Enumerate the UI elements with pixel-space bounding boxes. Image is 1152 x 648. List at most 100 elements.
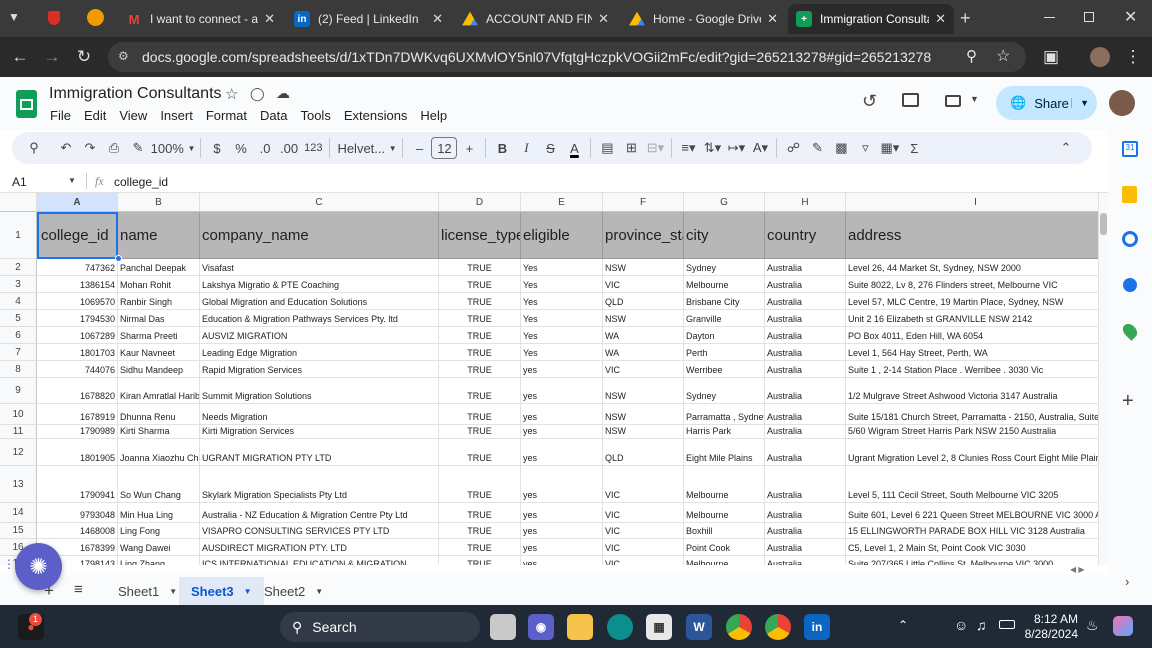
italic-button[interactable]: I	[514, 136, 538, 160]
tasks-icon[interactable]	[1122, 231, 1138, 247]
table-cell[interactable]: Panchal Deepak	[118, 259, 200, 276]
table-cell[interactable]: Australia	[765, 276, 846, 293]
table-cell[interactable]: 1801703	[37, 344, 118, 361]
table-cell[interactable]: Yes	[521, 293, 603, 310]
table-cell[interactable]: Leading Edge Migration	[200, 344, 439, 361]
table-cell[interactable]: ICS INTERNATIONAL EDUCATION & MIGRATION	[200, 556, 439, 565]
pinned-tab-app-icon[interactable]	[87, 9, 104, 26]
row-header[interactable]: 2	[0, 259, 37, 276]
all-sheets-icon[interactable]: ≡	[74, 581, 83, 598]
table-cell[interactable]: yes	[521, 466, 603, 503]
table-cell[interactable]: 1794530	[37, 310, 118, 327]
table-cell[interactable]: 1386154	[37, 276, 118, 293]
undo-icon[interactable]: ↶	[54, 136, 78, 160]
table-cell[interactable]: VIC	[603, 556, 684, 565]
menu-tools[interactable]: Tools	[300, 108, 330, 123]
search-menus-icon[interactable]: ⚲	[22, 136, 46, 160]
header-cell[interactable]: country	[765, 212, 846, 259]
close-tab-icon[interactable]: ✕	[432, 11, 443, 27]
table-cell[interactable]: Joanna Xiaozhu Che	[118, 439, 200, 466]
table-cell[interactable]: 1/2 Mulgrave Street Ashwood Victoria 314…	[846, 378, 1098, 404]
table-cell[interactable]: TRUE	[439, 378, 521, 404]
menu-view[interactable]: View	[119, 108, 147, 123]
table-cell[interactable]: 1801905	[37, 439, 118, 466]
edge-icon[interactable]	[607, 614, 633, 640]
table-cell[interactable]: Werribee	[684, 361, 765, 378]
history-icon[interactable]: ↺	[862, 91, 877, 112]
table-cell[interactable]: yes	[521, 425, 603, 439]
table-cell[interactable]: Yes	[521, 310, 603, 327]
table-cell[interactable]: Melbourne	[684, 466, 765, 503]
strikethrough-button[interactable]: S	[538, 136, 562, 160]
table-cell[interactable]: C5, Level 1, 2 Main St, Point Cook VIC 3…	[846, 539, 1098, 556]
column-header[interactable]: G	[684, 193, 765, 212]
column-header[interactable]: B	[118, 193, 200, 212]
table-cell[interactable]: 1069570	[37, 293, 118, 310]
table-cell[interactable]: Australia	[765, 327, 846, 344]
store-icon[interactable]: ▦	[646, 614, 672, 640]
table-cell[interactable]: 15 ELLINGWORTH PARADE BOX HILL VIC 3128 …	[846, 523, 1098, 539]
table-cell[interactable]: NSW	[603, 310, 684, 327]
share-button[interactable]: 🌐 Share ▼	[996, 86, 1097, 120]
forward-icon[interactable]: →	[37, 42, 67, 72]
row-header[interactable]: 12	[0, 439, 37, 466]
table-cell[interactable]: NSW	[603, 404, 684, 425]
table-cell[interactable]: VIC	[603, 503, 684, 523]
table-cell[interactable]: Skylark Migration Specialists Pty Ltd	[200, 466, 439, 503]
fill-color-icon[interactable]: ▤	[595, 136, 619, 160]
table-cell[interactable]: 1678820	[37, 378, 118, 404]
table-cell[interactable]: QLD	[603, 439, 684, 466]
close-tab-icon[interactable]: ✕	[264, 11, 275, 27]
row-header[interactable]: 8	[0, 361, 37, 378]
battery-icon[interactable]	[999, 620, 1015, 629]
table-cell[interactable]: yes	[521, 439, 603, 466]
close-tab-icon[interactable]: ✕	[598, 11, 609, 27]
more-formats-button[interactable]: 123	[301, 136, 325, 160]
insert-chart-icon[interactable]: ▩	[829, 136, 853, 160]
table-cell[interactable]: VISAPRO CONSULTING SERVICES PTY LTD	[200, 523, 439, 539]
teams-icon[interactable]: ◉	[528, 614, 554, 640]
get-addons-icon[interactable]: +	[1122, 390, 1134, 413]
table-cell[interactable]: TRUE	[439, 259, 521, 276]
table-cell[interactable]: 5/60 Wigram Street Harris Park NSW 2150 …	[846, 425, 1098, 439]
close-window-icon[interactable]: ✕	[1124, 7, 1137, 27]
maps-icon[interactable]	[1120, 321, 1140, 341]
header-cell[interactable]: license_type	[439, 212, 521, 259]
table-cell[interactable]: Global Migration and Education Solutions	[200, 293, 439, 310]
table-cell[interactable]: Australia	[765, 344, 846, 361]
row-header[interactable]: 4	[0, 293, 37, 310]
table-cell[interactable]: Australia	[765, 425, 846, 439]
account-avatar[interactable]	[1109, 90, 1135, 116]
taskbar-search[interactable]: ⚲ Search	[280, 612, 480, 642]
table-cell[interactable]: Australia - NZ Education & Migration Cen…	[200, 503, 439, 523]
table-cell[interactable]: Melbourne	[684, 503, 765, 523]
minimize-icon[interactable]	[1044, 17, 1055, 18]
table-cell[interactable]: 1468008	[37, 523, 118, 539]
font-size-input[interactable]: 12	[431, 137, 458, 159]
table-cell[interactable]: yes	[521, 523, 603, 539]
table-cell[interactable]: NSW	[603, 259, 684, 276]
table-cell[interactable]: Level 26, 44 Market St, Sydney, NSW 2000	[846, 259, 1098, 276]
table-cell[interactable]: Ranbir Singh	[118, 293, 200, 310]
horizontal-align-icon[interactable]: ≡▾	[676, 136, 700, 160]
table-cell[interactable]: TRUE	[439, 539, 521, 556]
row-header[interactable]: 7	[0, 344, 37, 361]
text-color-button[interactable]: A	[562, 136, 586, 160]
table-cell[interactable]: Suite 8022, Lv 8, 276 Flinders street, M…	[846, 276, 1098, 293]
table-cell[interactable]: Lakshya Migratio & PTE Coaching	[200, 276, 439, 293]
print-icon[interactable]: ⎙	[102, 136, 126, 160]
borders-icon[interactable]: ⊞	[619, 136, 643, 160]
functions-icon[interactable]: Σ	[902, 136, 926, 160]
table-cell[interactable]: Sydney	[684, 259, 765, 276]
header-cell[interactable]: province_stat	[603, 212, 684, 259]
name-box[interactable]: A1	[12, 175, 27, 189]
table-cell[interactable]: Needs Migration	[200, 404, 439, 425]
table-cell[interactable]: Level 5, 111 Cecil Street, South Melbour…	[846, 466, 1098, 503]
cloud-status-icon[interactable]: ☁	[276, 85, 290, 102]
menu-format[interactable]: Format	[206, 108, 247, 123]
table-cell[interactable]: AUSDIRECT MIGRATION PTY. LTD	[200, 539, 439, 556]
table-cell[interactable]: 1790989	[37, 425, 118, 439]
table-cell[interactable]: Suite 1 , 2-14 Station Place . Werribee …	[846, 361, 1098, 378]
table-cell[interactable]: Dhunna Renu	[118, 404, 200, 425]
table-cell[interactable]: 1790941	[37, 466, 118, 503]
